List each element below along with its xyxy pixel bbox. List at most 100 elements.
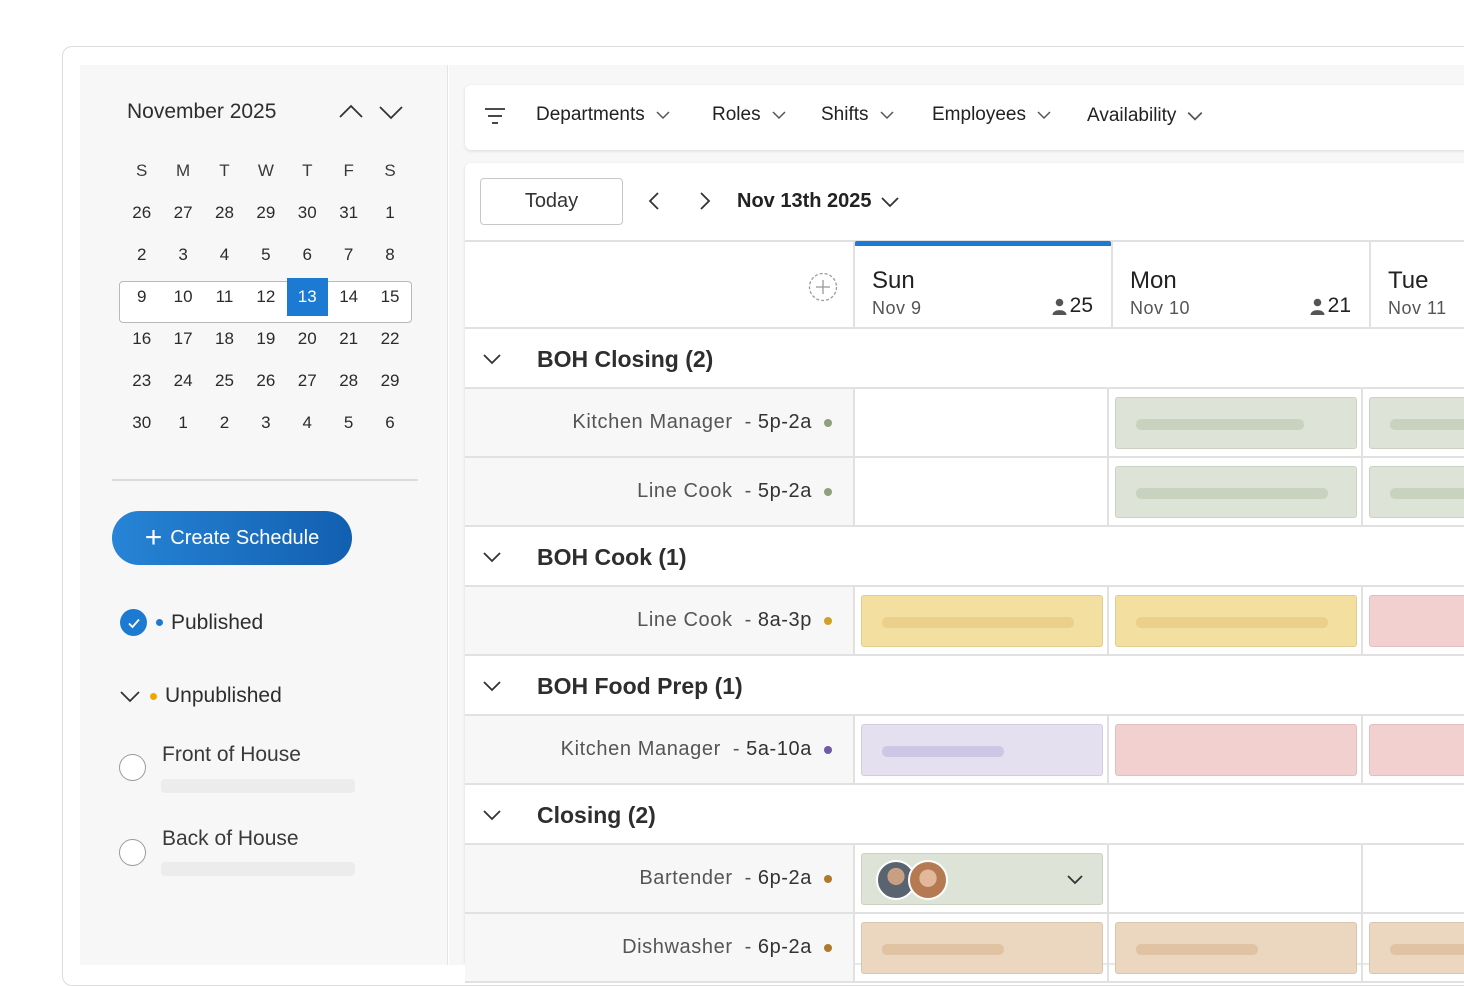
chevron-down-icon[interactable] (481, 348, 503, 370)
calendar-day[interactable]: 17 (162, 320, 203, 358)
shift-block[interactable] (1369, 397, 1464, 449)
group-title[interactable]: BOH Food Prep (1) (537, 673, 743, 700)
calendar-day[interactable]: 13 (286, 278, 328, 316)
calendar-day[interactable]: 10 (162, 278, 203, 316)
schedule-name[interactable]: Back of House (162, 827, 299, 851)
day-header-tue[interactable]: Tue Nov 11 (1371, 242, 1464, 328)
calendar-day[interactable]: 1 (162, 404, 203, 442)
chevron-up-icon[interactable] (337, 98, 365, 126)
calendar-day[interactable]: 29 (369, 362, 410, 400)
chevron-down-icon[interactable] (1066, 871, 1084, 889)
calendar-day[interactable]: 5 (328, 404, 369, 442)
calendar-day[interactable]: 24 (162, 362, 203, 400)
calendar-day[interactable]: 3 (162, 236, 203, 274)
chevron-down-icon (772, 111, 786, 120)
calendar-day[interactable]: 22 (369, 320, 410, 358)
calendar-day[interactable]: 6 (369, 404, 410, 442)
calendar-day[interactable]: 20 (287, 320, 328, 358)
day-header-sun[interactable]: Sun Nov 9 25 (855, 242, 1111, 328)
calendar-day[interactable]: 27 (287, 362, 328, 400)
calendar-day[interactable]: 8 (369, 236, 410, 274)
unpublished-section[interactable]: Unpublished (119, 684, 282, 708)
calendar-day[interactable]: 26 (245, 362, 286, 400)
calendar-day[interactable]: 6 (287, 236, 328, 274)
shift-block[interactable] (1369, 595, 1464, 647)
shift-block[interactable] (1115, 595, 1357, 647)
shift-block[interactable] (1115, 466, 1357, 518)
add-circle-icon[interactable] (808, 272, 838, 302)
chevron-down-icon[interactable] (481, 675, 503, 697)
filter-employees[interactable]: Employees (932, 104, 1052, 126)
calendar-day[interactable]: 29 (245, 194, 286, 232)
calendar-day[interactable]: 30 (121, 404, 162, 442)
calendar-day[interactable]: 28 (328, 362, 369, 400)
unpublished-label: Unpublished (165, 684, 282, 707)
calendar-day[interactable]: 25 (204, 362, 245, 400)
chevron-down-icon[interactable] (377, 98, 405, 126)
schedule-radio-front-of-house[interactable] (119, 754, 146, 781)
calendar-day[interactable]: 31 (328, 194, 369, 232)
chevron-down-icon[interactable] (119, 685, 141, 707)
calendar-day[interactable]: 19 (245, 320, 286, 358)
weekday-label: T (219, 161, 230, 180)
calendar-day[interactable]: 18 (204, 320, 245, 358)
calendar-day[interactable]: 2 (121, 236, 162, 274)
shift-block[interactable] (1115, 724, 1357, 776)
shift-block[interactable] (861, 922, 1103, 974)
group-title[interactable]: Closing (2) (537, 802, 656, 829)
calendar-day[interactable]: 4 (287, 404, 328, 442)
calendar-day[interactable]: 1 (369, 194, 410, 232)
calendar-day[interactable]: 4 (204, 236, 245, 274)
calendar-day[interactable]: 11 (204, 278, 245, 316)
calendar-day[interactable]: 28 (204, 194, 245, 232)
calendar-day[interactable]: 5 (245, 236, 286, 274)
shift-block[interactable] (861, 724, 1103, 776)
calendar-day[interactable]: 7 (328, 236, 369, 274)
calendar-day[interactable]: 21 (328, 320, 369, 358)
published-filter[interactable]: Published (120, 609, 263, 636)
weekday-label: F (343, 161, 354, 180)
chevron-down-icon[interactable] (481, 804, 503, 826)
calendar-day[interactable]: 27 (162, 194, 203, 232)
filter-shifts[interactable]: Shifts (821, 104, 895, 126)
calendar-day[interactable]: 9 (121, 278, 162, 316)
filter-icon[interactable] (484, 105, 506, 127)
today-button[interactable]: Today (480, 178, 623, 225)
shift-block[interactable] (1369, 922, 1464, 974)
role-color-dot (824, 487, 832, 496)
calendar-day[interactable]: 23 (121, 362, 162, 400)
chevron-right-icon[interactable] (692, 189, 716, 213)
filter-roles[interactable]: Roles (712, 104, 787, 126)
shift-block[interactable] (861, 853, 1103, 905)
calendar-day[interactable]: 3 (245, 404, 286, 442)
create-schedule-button[interactable]: + Create Schedule (112, 511, 352, 565)
calendar-day[interactable]: 16 (121, 320, 162, 358)
shift-placeholder-bar (882, 617, 1074, 628)
date-selector[interactable]: Nov 13th 2025 (737, 190, 900, 213)
shift-block[interactable] (861, 595, 1103, 647)
group-title[interactable]: BOH Cook (1) (537, 544, 687, 571)
shift-block[interactable] (1115, 397, 1357, 449)
calendar-day[interactable]: 26 (121, 194, 162, 232)
group-title[interactable]: BOH Closing (2) (537, 346, 713, 373)
role-time: 5p-2a (757, 480, 812, 502)
schedule-name[interactable]: Front of House (162, 743, 301, 767)
shift-block[interactable] (1369, 466, 1464, 518)
avatar[interactable] (908, 860, 948, 900)
schedule-radio-back-of-house[interactable] (119, 839, 146, 866)
calendar-day[interactable]: 15 (369, 278, 410, 316)
day-name: Mon (1130, 267, 1177, 294)
day-header-mon[interactable]: Mon Nov 10 21 (1113, 242, 1369, 328)
shift-block[interactable] (1369, 724, 1464, 776)
calendar-day[interactable]: 30 (287, 194, 328, 232)
checkmark-icon[interactable] (120, 609, 147, 636)
filter-availability[interactable]: Availability (1087, 105, 1204, 127)
filter-departments[interactable]: Departments (536, 104, 671, 126)
calendar-day[interactable]: 12 (245, 278, 286, 316)
shift-block[interactable] (1115, 922, 1357, 974)
role-separator: - (744, 867, 752, 889)
chevron-left-icon[interactable] (643, 189, 667, 213)
calendar-day[interactable]: 2 (204, 404, 245, 442)
chevron-down-icon[interactable] (481, 546, 503, 568)
calendar-day[interactable]: 14 (328, 278, 369, 316)
